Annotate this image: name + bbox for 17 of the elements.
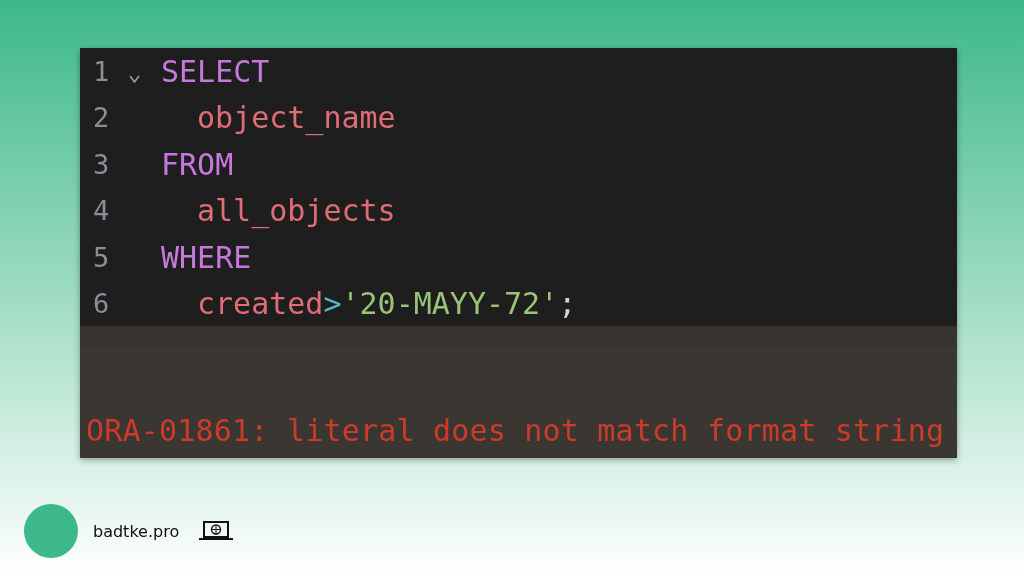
avatar [24,504,78,558]
line-number: 6 [93,288,107,320]
line-number: 3 [93,148,107,180]
chevron-icon[interactable] [128,75,140,84]
code-line: WHERE [161,239,252,275]
error-message: ORA-01861: literal does not match format string [86,413,945,448]
website-link[interactable]: badtke.pro [93,521,180,541]
code-line: FROM [161,146,234,182]
laptop-globe-icon [199,521,234,541]
code-line: created>'20-MAYY-72'; [196,286,577,322]
code-line: object_name [196,100,396,136]
line-number: 5 [93,241,107,273]
line-number: 2 [93,102,107,134]
line-number: 1 [93,55,107,87]
line-number: 4 [93,195,107,227]
code-line: all_objects [196,193,396,229]
code-line: SELECT [161,53,270,89]
